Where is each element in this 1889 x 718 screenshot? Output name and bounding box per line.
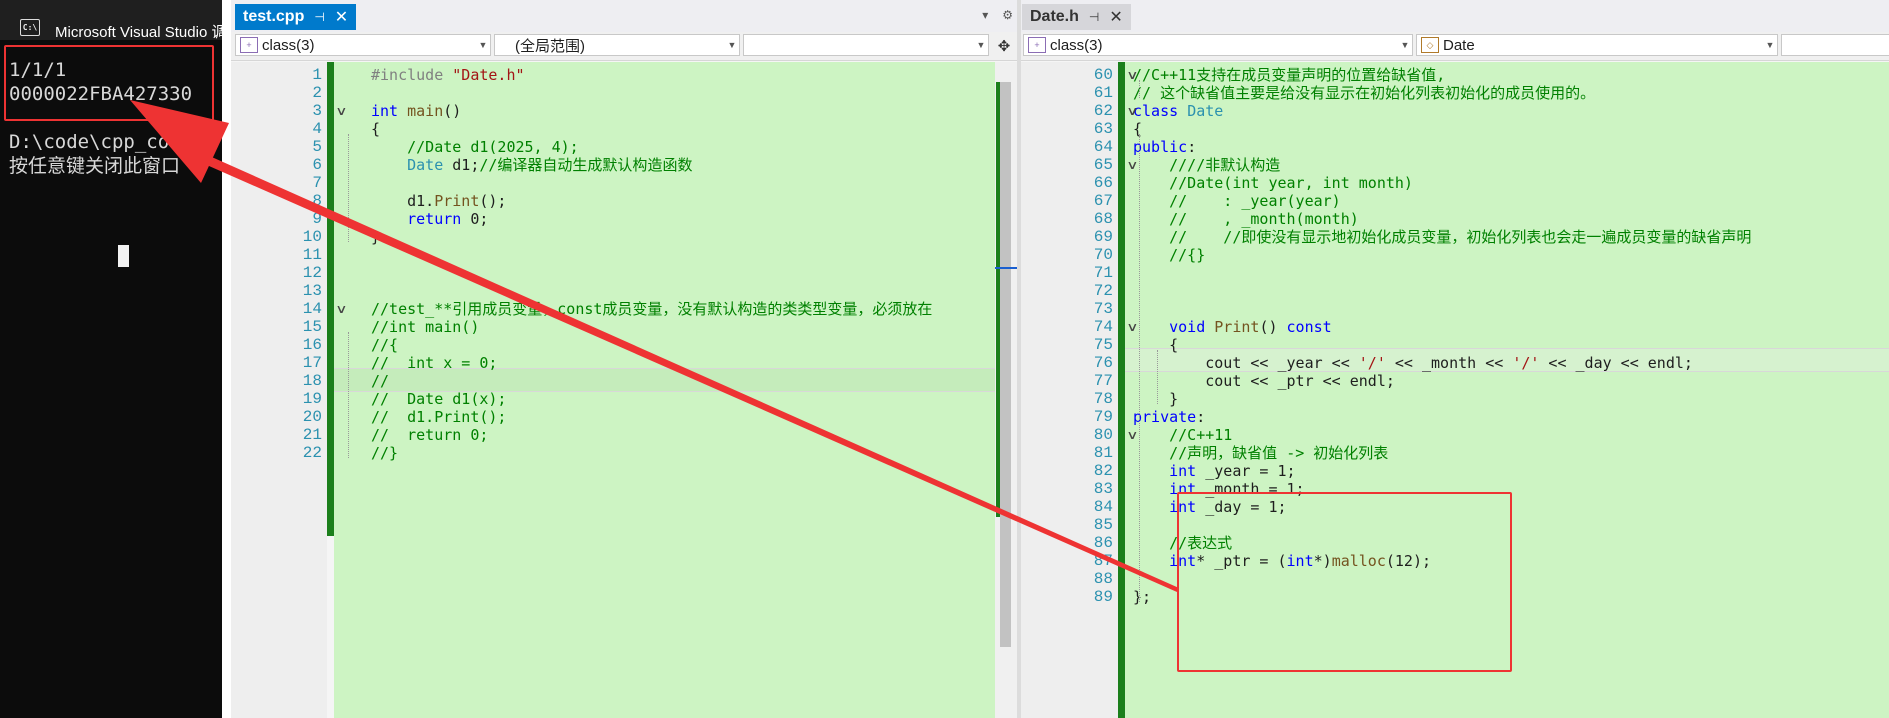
scrollbar-thumb[interactable] [1000,82,1011,647]
project-icon: + [240,37,258,53]
indent-guide [1139,134,1140,602]
code-area[interactable]: #include "Date.h" int main(){ //Date d1(2… [334,62,995,718]
project-dropdown[interactable]: + class(3) ▼ [235,34,491,56]
console-cursor [118,245,129,267]
console-app-icon: C:\ [20,19,40,36]
split-view-icon[interactable]: ✥ [993,35,1015,57]
fold-toggle-icon[interactable]: ∨ [1126,320,1138,334]
console-title: Microsoft Visual Studio 调 [55,24,222,41]
project-icon: + [1028,37,1046,53]
indent-guide [1157,350,1158,404]
tab-label: Date.h [1030,8,1079,25]
fold-toggle-icon[interactable]: ∨ [1126,104,1138,118]
close-icon[interactable]: ✕ [335,7,348,27]
indent-guide [348,332,349,458]
code-line[interactable]: //} [371,442,995,464]
dropdown-arrow-icon[interactable]: ▾ [982,8,988,22]
console-titlebar[interactable]: C:\ Microsoft Visual Studio 调 [0,0,222,41]
scrollbar-caret-marker [995,267,1017,269]
indent-guide [348,134,349,242]
tab-strip-left: test.cpp ⊣ ✕ ▾ ⚙ [231,0,1017,34]
chevron-down-icon: ▼ [976,40,986,50]
console-output-line: D:\code\cpp_code [9,131,193,153]
project-dropdown-value: class(3) [1050,36,1103,54]
chevron-down-icon: ▼ [478,40,488,50]
line-number-text: 89 [1093,588,1113,606]
editor-pane-test-cpp: test.cpp ⊣ ✕ ▾ ⚙ + class(3) ▼ (全局范围) ▼ ▼… [231,0,1017,718]
navigation-bar-left: + class(3) ▼ (全局范围) ▼ ▼ ✥ [231,32,1017,61]
fold-toggle-icon[interactable]: ∨ [1126,428,1138,442]
output-highlight-box [4,45,214,121]
project-dropdown[interactable]: + class(3) ▼ [1023,34,1413,56]
line-number-text: 22 [302,444,322,462]
code-editor-left[interactable]: 1 2 3 4 5 6 7 8 9 10 11 12 13 14 15 16 17 18 19 20 21 22 #inc… [231,62,1017,718]
line-number-gutter: 1 2 3 4 5 6 7 8 9 10 11 12 13 14 15 16 17 18 19 20 21 22 [231,62,327,718]
member-defaults-highlight-box [1177,492,1512,672]
fold-toggle-icon[interactable]: ∨ [1126,158,1138,172]
tab-strip-right: Date.h ⊣ ✕ [1021,0,1889,34]
line-number: 22 [231,442,327,464]
scope-dropdown-value: (全局范围) [515,37,585,55]
line-number-gutter: 60 61 62 63 64 65 66 67 68 69 70 71 72 73 74 75 76 77 78 79… [1021,62,1118,718]
tab-test-cpp[interactable]: test.cpp ⊣ ✕ [235,4,357,30]
project-dropdown-value: class(3) [262,36,315,54]
navigation-bar-right: + class(3) ▼ ◇ Date ▼ [1021,32,1889,61]
chevron-down-icon: ▼ [1400,40,1410,50]
console-window[interactable]: C:\ Microsoft Visual Studio 调 1/1/1 00000… [0,0,222,718]
fold-toggle-icon[interactable]: ∨ [335,302,347,316]
member-dropdown[interactable] [1781,34,1889,56]
pin-icon[interactable]: ⊣ [314,10,324,24]
line-number: 89 [1021,586,1118,608]
fold-toggle-icon[interactable]: ∨ [1126,68,1138,82]
fold-toggle-icon[interactable]: ∨ [335,104,347,118]
close-icon[interactable]: ✕ [1109,7,1122,27]
vertical-scrollbar[interactable] [995,62,1017,718]
tab-date-h[interactable]: Date.h ⊣ ✕ [1022,4,1131,30]
gear-icon[interactable]: ⚙ [1002,8,1013,22]
scope-dropdown[interactable]: ◇ Date ▼ [1416,34,1778,56]
change-indicator [1118,62,1125,718]
console-output-line: 按任意键关闭此窗口 [9,155,181,177]
class-icon: ◇ [1421,37,1439,53]
tab-strip-tools: ▾ ⚙ [982,8,1013,22]
scope-dropdown-value: Date [1443,36,1475,54]
member-dropdown[interactable]: ▼ [743,34,989,56]
indent-guide [1139,80,1140,98]
pin-icon[interactable]: ⊣ [1089,10,1099,24]
chevron-down-icon: ▼ [1765,40,1775,50]
chevron-down-icon: ▼ [727,40,737,50]
tab-label: test.cpp [243,8,305,25]
scope-dropdown[interactable]: (全局范围) ▼ [494,34,740,56]
change-indicator [327,62,334,536]
